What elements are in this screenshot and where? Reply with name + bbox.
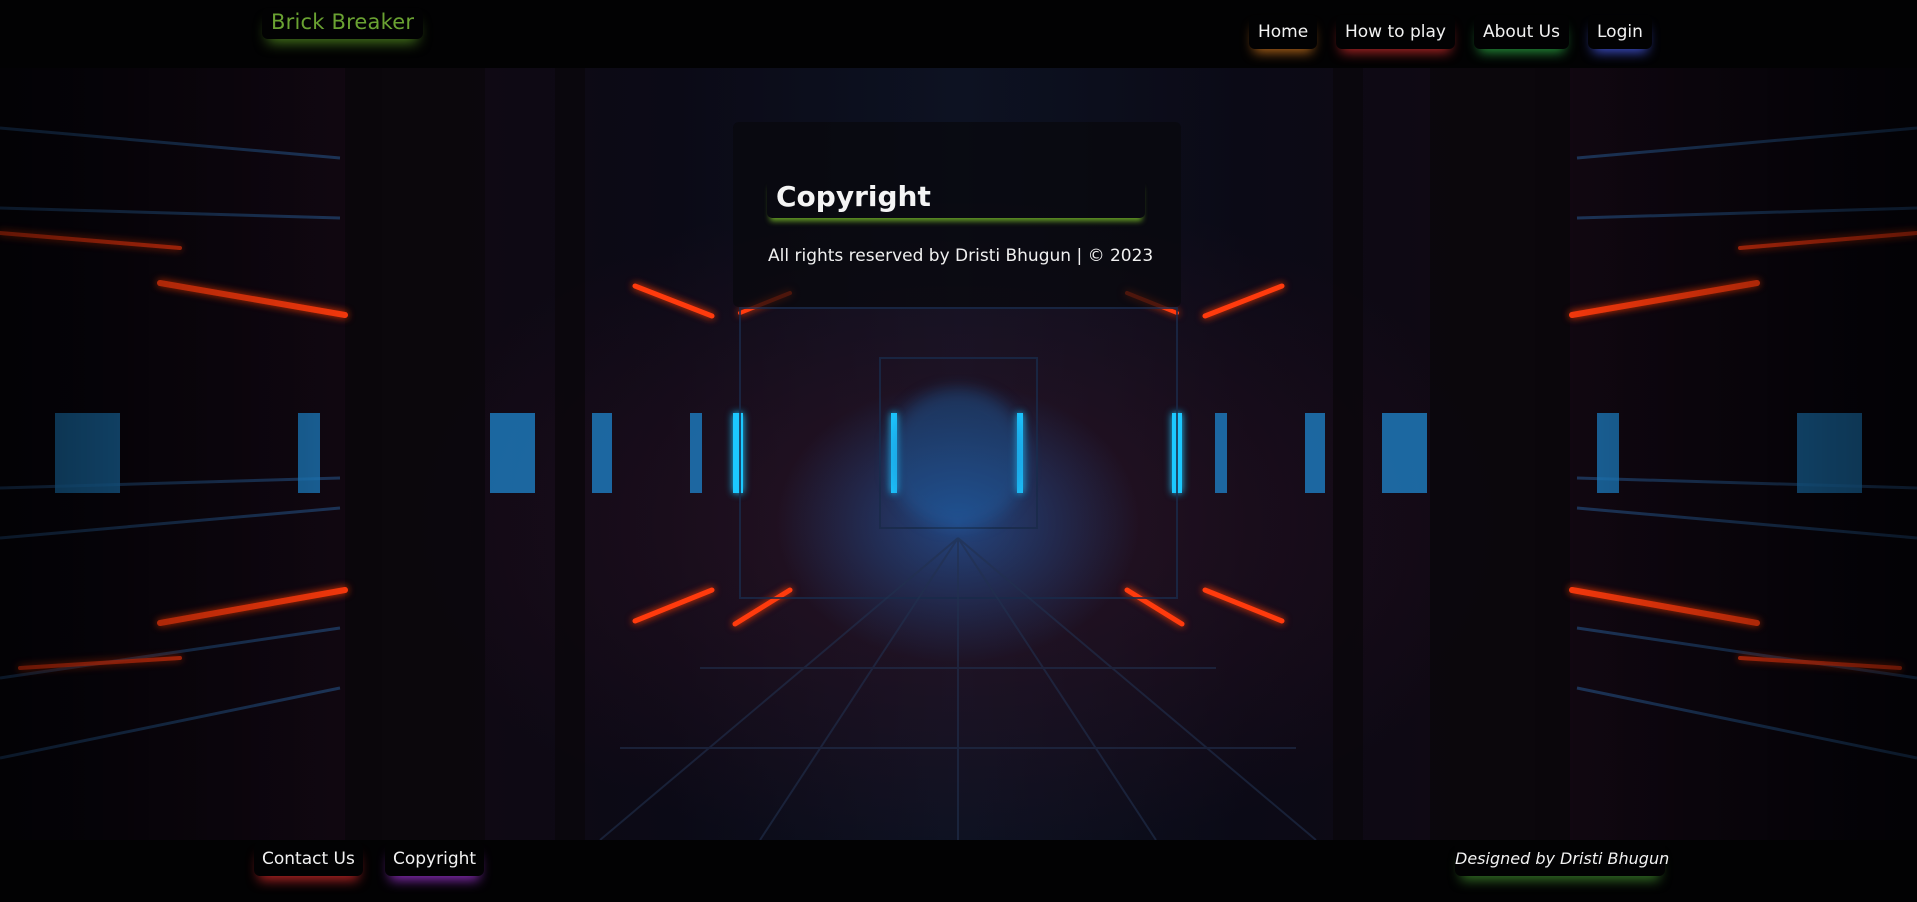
- nav-home[interactable]: Home: [1249, 15, 1317, 49]
- header: Brick Breaker Home How to play About Us …: [0, 0, 1917, 68]
- nav-about-us[interactable]: About Us: [1474, 15, 1569, 49]
- page: Brick Breaker Home How to play About Us …: [0, 0, 1917, 902]
- designer-credit: Designed by Dristi Bhugun: [1455, 842, 1669, 876]
- copyright-text: All rights reserved by Dristi Bhugun | ©…: [768, 246, 1154, 266]
- copyright-card: Copyright All rights reserved by Dristi …: [733, 122, 1181, 307]
- footer-link-copyright[interactable]: Copyright: [385, 842, 484, 876]
- footer-link-contact-us[interactable]: Contact Us: [254, 842, 363, 876]
- nav-how-to-play[interactable]: How to play: [1336, 15, 1455, 49]
- nav-login[interactable]: Login: [1588, 15, 1652, 49]
- page-title: Copyright: [767, 178, 1145, 218]
- footer: Contact Us Copyright Designed by Dristi …: [0, 840, 1917, 902]
- main-nav: Home How to play About Us Login: [0, 15, 1917, 55]
